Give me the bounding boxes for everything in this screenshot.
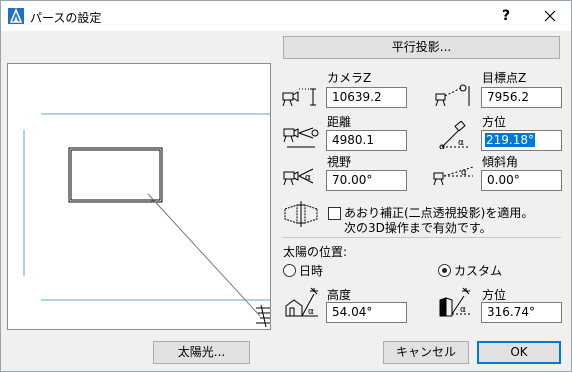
camera-height-icon	[282, 88, 316, 107]
perspective-preview[interactable]	[7, 63, 271, 330]
target-z-field[interactable]: 7956.2	[481, 87, 562, 108]
sun-altitude-icon: α	[285, 287, 318, 317]
svg-text:α: α	[460, 305, 466, 315]
field-of-view-label: 視野	[327, 155, 352, 169]
perspective-settings-dialog: パースの設定 ? 平行投影... カメラZ 10639.2 目標点Z 7956.…	[0, 0, 572, 372]
svg-text:α: α	[305, 173, 311, 183]
roll-angle-icon: α	[433, 166, 474, 186]
sun-position-label: 太陽の位置:	[283, 245, 348, 259]
sight-line	[147, 193, 261, 317]
sun-azimuth-field[interactable]: 316.74°	[481, 302, 562, 323]
target-height-icon	[435, 84, 470, 107]
archicad-logo-icon	[8, 8, 24, 24]
close-button[interactable]	[535, 4, 565, 28]
roll-angle-field[interactable]: 0.00°	[481, 170, 562, 191]
sun-icon	[256, 304, 270, 328]
azimuth-label: 方位	[482, 115, 507, 129]
field-of-view-field[interactable]: 70.00°	[326, 170, 407, 191]
azimuth-icon: α	[439, 121, 468, 149]
distance-label: 距離	[327, 115, 352, 129]
svg-text:α: α	[308, 307, 314, 317]
sun-custom-radio[interactable]	[438, 264, 451, 277]
target-z-label: 目標点Z	[482, 71, 527, 85]
distance-icon	[283, 127, 319, 148]
two-point-correction-note: 次の3D操作まで有効です。	[344, 221, 492, 235]
two-point-perspective-icon	[284, 201, 318, 227]
camera-z-field[interactable]: 10639.2	[326, 87, 407, 108]
target-point	[151, 199, 155, 203]
sunlight-button[interactable]: 太陽光...	[153, 341, 250, 364]
distance-field[interactable]: 4980.1	[326, 130, 407, 151]
window-title: パースの設定	[30, 11, 102, 25]
ok-button[interactable]: OK	[477, 341, 561, 364]
cancel-button[interactable]: キャンセル	[383, 341, 469, 364]
sun-datetime-label: 日時	[299, 264, 324, 278]
sun-azimuth-label: 方位	[482, 288, 507, 302]
title-bar: パースの設定 ?	[1, 1, 571, 31]
section-divider	[283, 237, 561, 238]
preview-canvas	[23, 113, 270, 328]
two-point-correction-checkbox[interactable]	[328, 207, 341, 220]
sun-datetime-radio[interactable]	[283, 264, 296, 277]
model-rect-inner	[70, 149, 161, 201]
field-of-view-icon: α	[283, 168, 314, 186]
azimuth-field[interactable]: 219.18°	[481, 130, 562, 151]
help-button[interactable]: ?	[493, 4, 519, 28]
camera-z-label: カメラZ	[327, 71, 372, 85]
parallel-projection-button[interactable]: 平行投影...	[283, 36, 560, 59]
model-rect-outer	[68, 147, 163, 203]
sun-altitude-label: 高度	[327, 288, 352, 302]
svg-text:α: α	[458, 138, 464, 148]
sun-azimuth-icon: α	[439, 287, 470, 317]
roll-angle-label: 傾斜角	[482, 155, 519, 169]
azimuth-value-selected: 219.18°	[485, 133, 535, 147]
sun-custom-label: カスタム	[454, 264, 503, 278]
sun-altitude-field[interactable]: 54.04°	[326, 302, 407, 323]
svg-text:α: α	[461, 168, 467, 178]
close-icon	[544, 10, 556, 22]
